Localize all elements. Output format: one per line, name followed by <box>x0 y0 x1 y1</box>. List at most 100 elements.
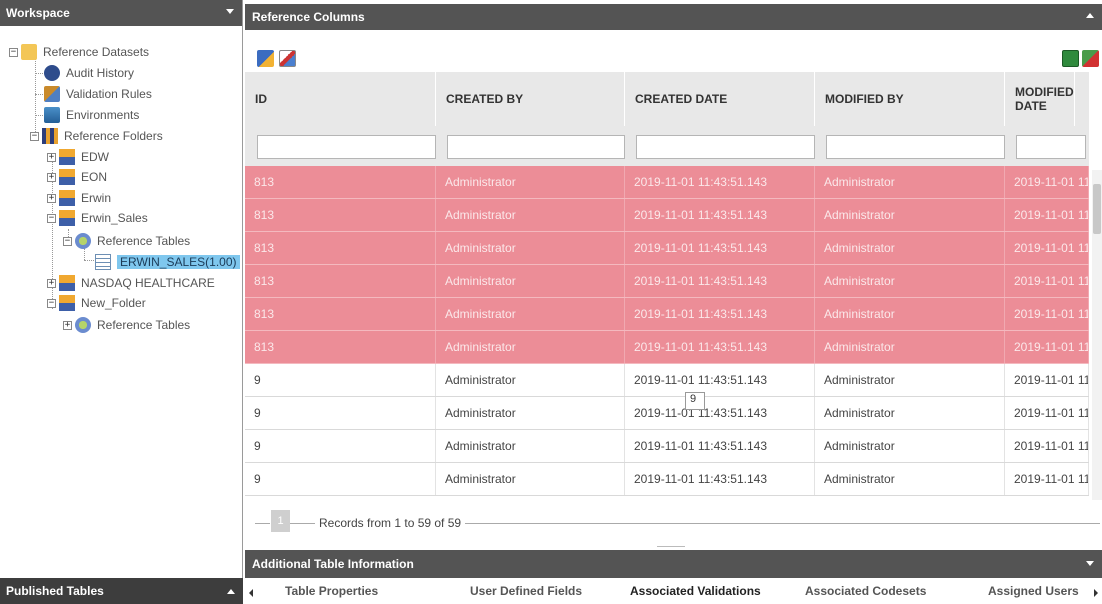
published-tables-title: Published Tables <box>6 584 104 598</box>
table-row[interactable]: 9 Administrator 2019-11-01 11:43:51.143 Adm… <box>245 430 1089 463</box>
expand-icon[interactable]: + <box>47 172 56 182</box>
collapse-workspace-icon[interactable] <box>226 9 234 14</box>
reference-columns-header[interactable]: Reference Columns <box>245 4 1102 30</box>
expand-icon[interactable]: + <box>47 152 56 162</box>
expand-icon[interactable]: + <box>47 278 56 288</box>
folder-project-icon <box>59 169 75 185</box>
tab-user-defined-fields[interactable]: User Defined Fields <box>470 584 582 598</box>
scrollbar-thumb[interactable] <box>1093 184 1101 234</box>
grid-vertical-scrollbar[interactable] <box>1092 170 1102 500</box>
collapse-icon[interactable]: − <box>9 47 18 57</box>
tree-node-nasdaq-healthcare[interactable]: + NASDAQ HEALTHCARE <box>47 273 215 293</box>
expand-additional-icon[interactable] <box>1086 561 1094 566</box>
tree-node-validation-rules[interactable]: Validation Rules <box>44 84 152 104</box>
table-row[interactable]: 9 Administrator 2019-11-01 11:43:51.143 Adm… <box>245 364 1089 397</box>
table-cell: 2019-11-01 11:43:51.143 <box>625 199 815 231</box>
table-row[interactable]: 9 Administrator 2019-11-01 11:43:51.143 Adm… <box>245 397 1089 430</box>
table-row[interactable]: 9 Administrator 2019-11-01 11:43:51.143 Adm… <box>245 463 1089 496</box>
environments-icon <box>44 107 60 123</box>
tree-node-reference-tables-1[interactable]: − Reference Tables <box>63 231 190 251</box>
tab-scroll-left-icon[interactable] <box>249 589 253 597</box>
collapse-icon[interactable]: − <box>47 213 56 223</box>
tree-node-label: EON <box>81 170 108 184</box>
workspace-tree: − Reference Datasets Audit History Valid… <box>0 38 242 568</box>
tab-associated-validations[interactable]: Associated Validations <box>630 584 761 598</box>
table-cell: 2019-11-01 11:43:51.143 <box>625 232 815 264</box>
tree-node-label: Environments <box>66 108 140 122</box>
column-header-id[interactable]: ID <box>245 72 436 126</box>
table-cell: 2019-11-01 11:43:51.143 <box>1005 397 1089 429</box>
tree-node-reference-tables-2[interactable]: + Reference Tables <box>63 315 190 335</box>
table-cell: 9 <box>245 430 436 462</box>
table-cell: Administrator <box>815 463 1005 495</box>
edit-icon[interactable] <box>257 50 274 67</box>
pdf-export-icon[interactable] <box>1082 50 1099 67</box>
tree-node-eon[interactable]: + EON <box>47 167 107 187</box>
table-row[interactable]: 813 Administrator 2019-11-01 11:43:51.143 A… <box>245 298 1089 331</box>
expand-icon[interactable]: + <box>63 320 72 330</box>
tree-node-label: Reference Folders <box>64 129 163 143</box>
collapse-columns-icon[interactable] <box>1086 13 1094 18</box>
filter-created-by-input[interactable] <box>447 135 625 159</box>
expand-published-icon[interactable] <box>227 589 235 594</box>
tree-node-label-selected: ERWIN_SALES(1.00) <box>117 255 240 269</box>
tab-associated-codesets[interactable]: Associated Codesets <box>805 584 926 598</box>
table-cell: Administrator <box>815 199 1005 231</box>
table-cell: 9 <box>245 364 436 396</box>
tree-node-label: Erwin <box>81 191 112 205</box>
tree-node-edw[interactable]: + EDW <box>47 147 109 167</box>
cell-tooltip: 9 <box>685 392 705 410</box>
table-row[interactable]: 813 Administrator 2019-11-01 11:43:51.143 A… <box>245 199 1089 232</box>
published-tables-header[interactable]: Published Tables <box>0 578 243 604</box>
tree-node-erwin[interactable]: + Erwin <box>47 188 111 208</box>
tree-node-reference-datasets[interactable]: − Reference Datasets <box>9 42 149 62</box>
table-cell: 9 <box>245 463 436 495</box>
folder-icon <box>21 44 37 60</box>
collapse-icon[interactable]: − <box>47 298 56 308</box>
excel-export-icon[interactable] <box>1062 50 1079 67</box>
tree-node-reference-folders[interactable]: − Reference Folders <box>30 126 163 146</box>
tree-node-new-folder[interactable]: − New_Folder <box>47 293 146 313</box>
table-cell: Administrator <box>815 331 1005 363</box>
table-cell: 813 <box>245 265 436 297</box>
page-number-button[interactable]: 1 <box>271 510 290 532</box>
table-cell: Administrator <box>436 166 625 198</box>
table-cell: 2019-11-01 11:43:51.143 <box>625 463 815 495</box>
table-row[interactable]: 813 Administrator 2019-11-01 11:43:51.143 A… <box>245 166 1089 199</box>
reference-columns-title: Reference Columns <box>252 10 365 24</box>
tab-assigned-users[interactable]: Assigned Users <box>988 584 1079 598</box>
table-row[interactable]: 813 Administrator 2019-11-01 11:43:51.143 A… <box>245 331 1089 364</box>
additional-info-header[interactable]: Additional Table Information <box>245 550 1102 578</box>
filter-created-date-input[interactable] <box>636 135 815 159</box>
column-header-modified-by[interactable]: MODIFIED BY <box>815 72 1005 126</box>
table-cell: 2019-11-01 11:43:51.143 <box>1005 199 1089 231</box>
column-header-modified-date[interactable]: MODIFIED DATE <box>1005 72 1075 126</box>
filter-id-input[interactable] <box>257 135 436 159</box>
expand-icon[interactable]: + <box>47 193 56 203</box>
column-header-created-date[interactable]: CREATED DATE <box>625 72 815 126</box>
additional-info-tabs: Table Properties User Defined Fields Ass… <box>245 578 1102 604</box>
tab-scroll-right-icon[interactable] <box>1094 589 1098 597</box>
collapse-icon[interactable]: − <box>30 131 39 141</box>
tree-node-audit-history[interactable]: Audit History <box>44 63 134 83</box>
records-summary: Records from 1 to 59 of 59 <box>315 516 466 530</box>
table-cell: 813 <box>245 298 436 330</box>
tree-node-environments[interactable]: Environments <box>44 105 139 125</box>
filter-modified-date-input[interactable] <box>1016 135 1086 159</box>
panel-splitter[interactable] <box>657 546 685 547</box>
table-cell: Administrator <box>815 430 1005 462</box>
column-header-created-by[interactable]: CREATED BY <box>436 72 625 126</box>
collapse-icon[interactable]: − <box>63 236 72 246</box>
tree-node-erwin-sales-table[interactable]: ERWIN_SALES(1.00) <box>95 252 240 272</box>
table-row[interactable]: 813 Administrator 2019-11-01 11:43:51.143 A… <box>245 265 1089 298</box>
workspace-header[interactable]: Workspace <box>0 0 242 26</box>
filter-modified-by-input[interactable] <box>826 135 1005 159</box>
table-row[interactable]: 813 Administrator 2019-11-01 11:43:51.143 A… <box>245 232 1089 265</box>
reference-folders-icon <box>42 128 58 144</box>
tree-node-label: Erwin_Sales <box>81 211 148 225</box>
tree-node-erwin-sales[interactable]: − Erwin_Sales <box>47 208 148 228</box>
tree-node-label: Audit History <box>66 66 135 80</box>
table-cell: Administrator <box>436 232 625 264</box>
validate-icon[interactable] <box>279 50 296 67</box>
tab-table-properties[interactable]: Table Properties <box>285 584 378 598</box>
